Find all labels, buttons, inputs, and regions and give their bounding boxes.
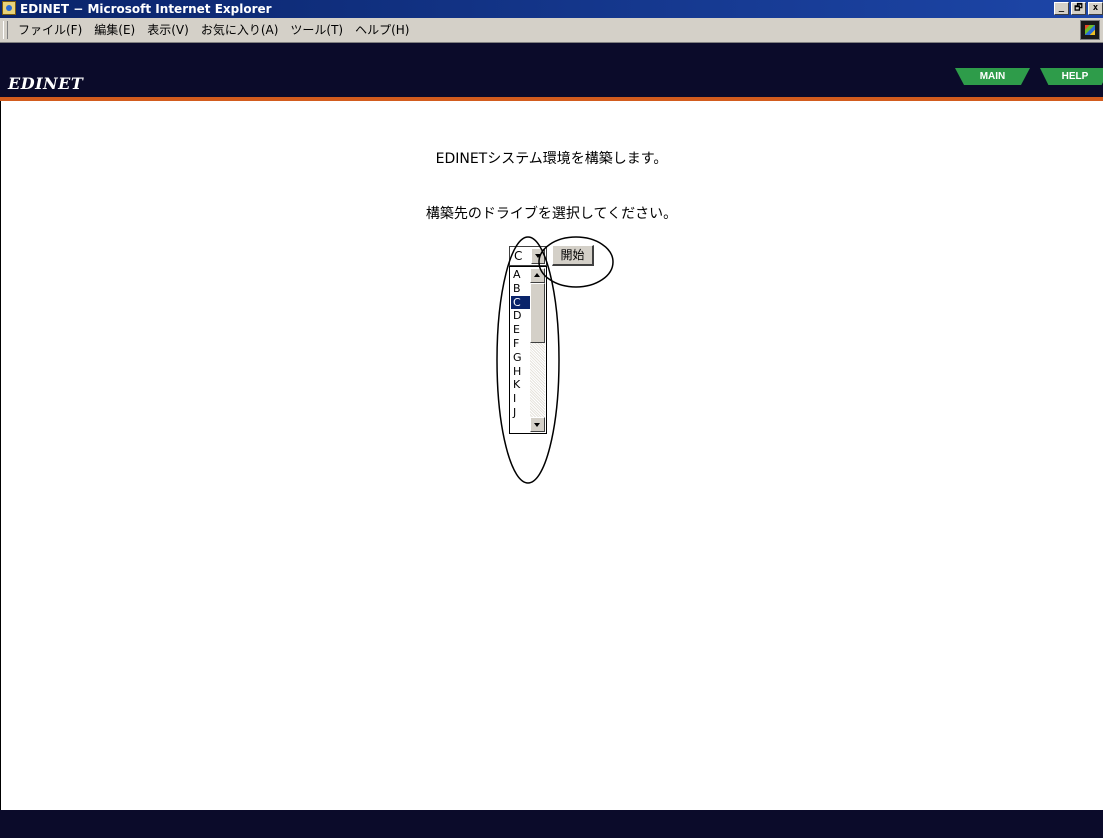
menu-help[interactable]: ヘルプ(H) (349, 18, 415, 43)
windows-logo-icon (1080, 20, 1100, 40)
close-button[interactable]: x (1088, 2, 1103, 15)
drive-option-c[interactable]: C (511, 295, 531, 310)
drive-option-d[interactable]: D (511, 309, 531, 323)
drive-select-value: C (514, 249, 523, 263)
drive-option-f[interactable]: F (511, 337, 531, 351)
page-footer (0, 810, 1103, 838)
annotation-overlay (496, 236, 614, 484)
tab-main[interactable]: MAIN (955, 68, 1030, 85)
drive-option-k[interactable]: K (511, 378, 531, 392)
drive-option-a[interactable]: A (511, 268, 531, 282)
site-header: EDINET MAIN HELP (0, 43, 1103, 101)
scroll-down-arrow-icon[interactable] (530, 417, 545, 432)
drive-option-i[interactable]: I (511, 392, 531, 406)
drive-option-g[interactable]: G (511, 351, 531, 365)
window-title: EDINET − Microsoft Internet Explorer (20, 2, 272, 16)
menu-favorites[interactable]: お気に入り(A) (195, 18, 285, 43)
drive-dropdown-list[interactable]: A B C D E F G H K I J (509, 266, 547, 434)
menu-file[interactable]: ファイル(F) (12, 18, 88, 43)
scroll-thumb[interactable] (530, 283, 545, 343)
chevron-down-icon[interactable] (531, 248, 545, 264)
drive-select[interactable]: C (509, 246, 547, 266)
tab-help[interactable]: HELP (1040, 68, 1103, 85)
drive-option-j[interactable]: J (511, 406, 531, 420)
toolbar-grip[interactable] (3, 21, 8, 39)
edinet-logo: EDINET (8, 74, 84, 93)
drive-select-instruction: 構築先のドライブを選択してください。 (425, 206, 678, 222)
scroll-up-arrow-icon[interactable] (530, 268, 545, 283)
menu-tools[interactable]: ツール(T) (284, 18, 349, 43)
menu-edit[interactable]: 編集(E) (88, 18, 141, 43)
ie-icon (2, 1, 16, 15)
start-button[interactable]: 開始 (552, 245, 594, 266)
window-controls: _ 🗗 x (1054, 2, 1103, 15)
drive-option-b[interactable]: B (511, 282, 531, 296)
window-title-bar[interactable]: EDINET − Microsoft Internet Explorer _ 🗗… (0, 0, 1103, 18)
minimize-button[interactable]: _ (1054, 2, 1069, 15)
drive-option-e[interactable]: E (511, 323, 531, 337)
dropdown-scrollbar[interactable] (530, 268, 545, 432)
restore-button[interactable]: 🗗 (1071, 2, 1086, 15)
drive-option-h[interactable]: H (511, 365, 531, 379)
setup-message: EDINETシステム環境を構築します。 (435, 151, 668, 167)
menu-bar: ファイル(F) 編集(E) 表示(V) お気に入り(A) ツール(T) ヘルプ(… (0, 18, 1103, 43)
menu-view[interactable]: 表示(V) (141, 18, 195, 43)
